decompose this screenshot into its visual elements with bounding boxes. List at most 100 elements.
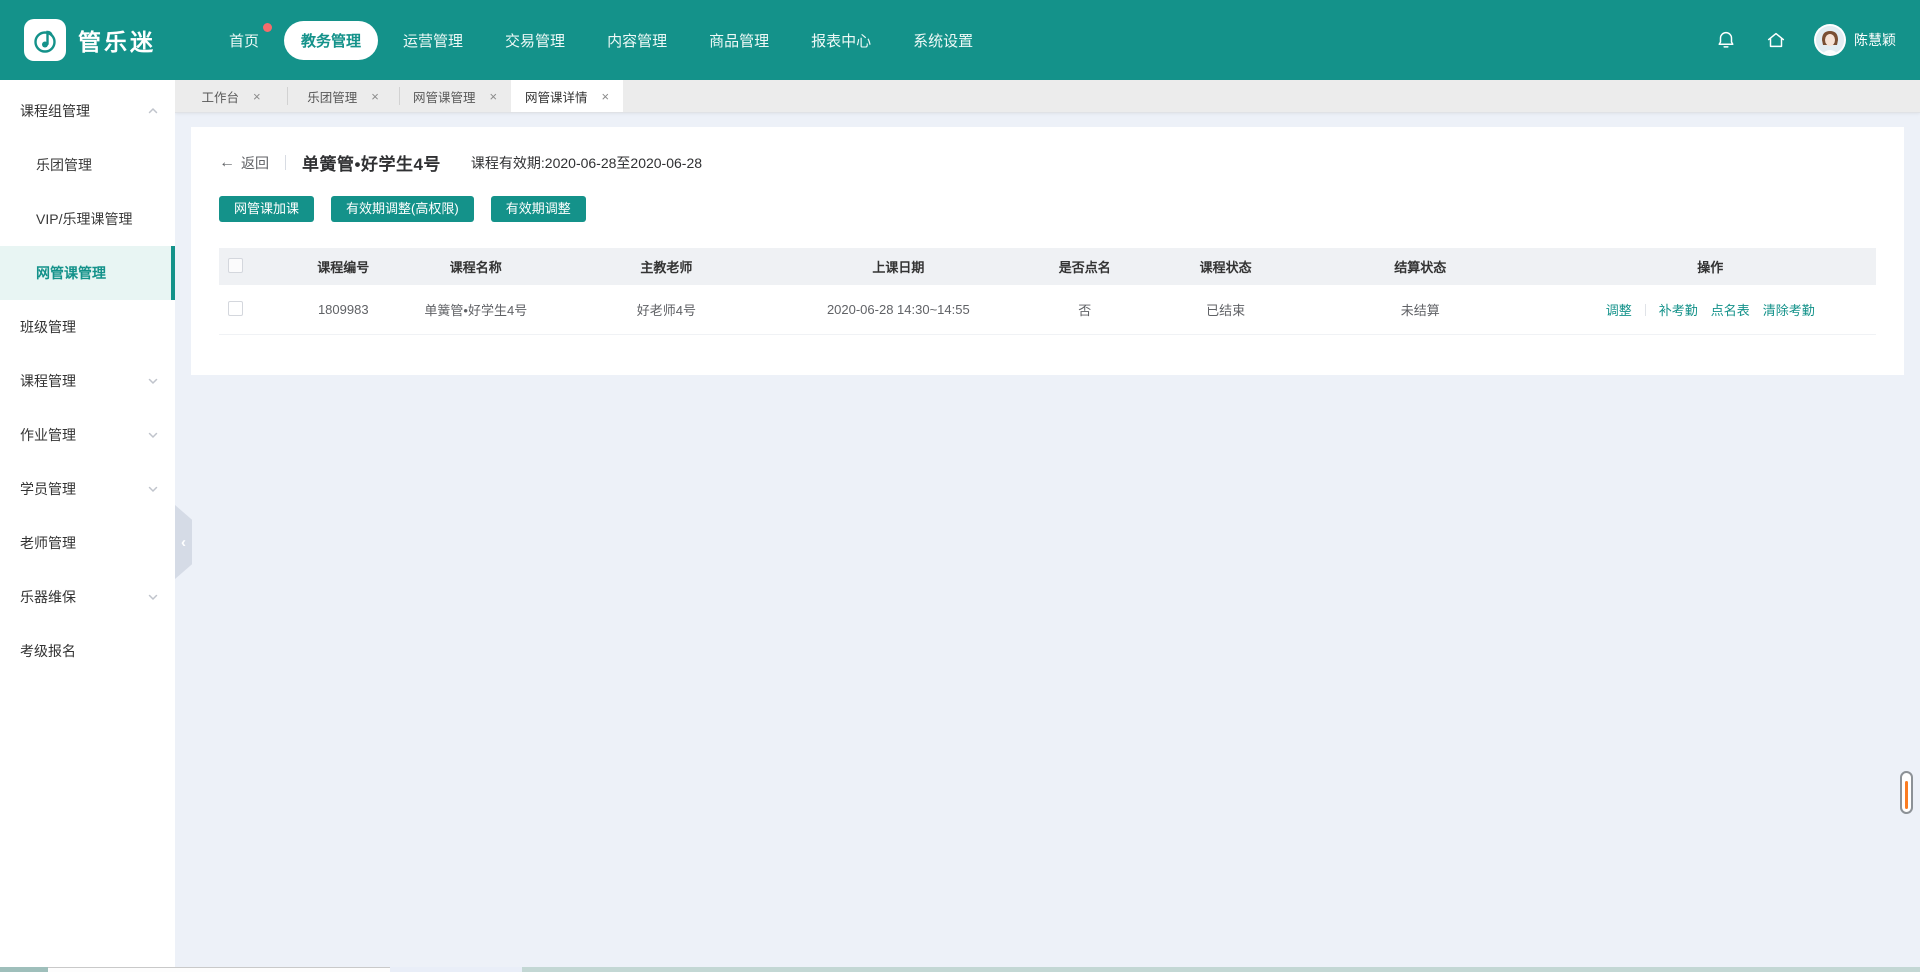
sidebar-item-label: 乐器维保 [20,587,76,607]
tab-online-course-detail[interactable]: 网管课详情 × [511,80,623,112]
sidebar-item-label: 班级管理 [20,317,76,337]
topbar-right: 陈慧颖 [1714,24,1896,56]
sidebar-item-label: 课程管理 [20,371,76,391]
scroll-indicator-fill [1905,781,1908,809]
sidebar-item-label: 网管课管理 [36,263,106,283]
sidebar-item-course-groups[interactable]: 课程组管理 [0,84,175,138]
col-header-operations: 操作 [1545,257,1876,276]
close-icon[interactable]: × [489,90,497,103]
nav-label: 内容管理 [607,33,667,50]
horizontal-scrollbar-thumb[interactable] [48,967,390,972]
sidebar-item-course-mgmt[interactable]: 课程管理 [0,354,175,408]
tab-label: 工作台 [201,87,239,106]
divider [1645,304,1646,316]
sidebar-item-vip-theory[interactable]: VIP/乐理课管理 [0,192,175,246]
nav-item-home[interactable]: 首页 [212,21,276,60]
cell-operations: 调整 补考勤 点名表 清除考勤 [1545,300,1876,319]
table-header-row: 课程编号 课程名称 主教老师 上课日期 是否点名 课程状态 结算状态 操作 [219,248,1876,285]
scrollbar-corner [0,967,48,972]
sidebar-item-class-mgmt[interactable]: 班级管理 [0,300,175,354]
tab-label: 网管课详情 [525,87,588,106]
nav-label: 系统设置 [913,33,973,50]
clear-attendance-link[interactable]: 清除考勤 [1763,300,1815,319]
cell-roll-call: 否 [1014,300,1155,319]
page-header: ← 返回 单簧管•好学生4号 课程有效期:2020-06-28至2020-06-… [219,150,1876,175]
cell-teacher: 好老师4号 [550,300,782,319]
nav-label: 报表中心 [811,33,871,50]
nav-label: 教务管理 [301,33,361,50]
notification-dot [263,23,272,32]
close-icon[interactable]: × [253,90,261,103]
sidebar-item-label: VIP/乐理课管理 [36,209,132,229]
cell-course-status: 已结束 [1155,300,1296,319]
nav-item-operations[interactable]: 运营管理 [386,21,480,60]
chevron-down-icon [147,429,159,441]
cell-date: 2020-06-28 14:30~14:55 [782,302,1014,317]
sidebar-item-band-mgmt[interactable]: 乐团管理 [0,138,175,192]
validity-adjust-privileged-button[interactable]: 有效期调整(高权限) [331,196,474,222]
back-button[interactable]: ← 返回 [219,153,269,173]
cell-course-name: 单簧管•好学生4号 [401,300,550,319]
sidebar-item-student-mgmt[interactable]: 学员管理 [0,462,175,516]
chevron-left-icon: ‹ [181,534,186,551]
adjust-link[interactable]: 调整 [1606,300,1632,319]
col-header-course-status: 课程状态 [1155,257,1296,276]
scrollbar-track [390,967,522,972]
nav-label: 商品管理 [709,33,769,50]
sidebar: 课程组管理 乐团管理 VIP/乐理课管理 网管课管理 班级管理 课程管理 作业管… [0,80,175,967]
select-all-checkbox[interactable] [228,258,243,273]
sidebar-item-exam-registration[interactable]: 考级报名 [0,624,175,678]
course-table: 课程编号 课程名称 主教老师 上课日期 是否点名 课程状态 结算状态 操作 18… [219,248,1876,335]
page-title: 单簧管•好学生4号 [302,150,441,175]
col-header-teacher: 主教老师 [550,257,782,276]
app-window: 管乐迷 首页 教务管理 运营管理 交易管理 内容管理 商品管理 报表中心 系统设… [0,0,1920,972]
nav-item-transactions[interactable]: 交易管理 [488,21,582,60]
nav-label: 交易管理 [505,33,565,50]
nav-item-content[interactable]: 内容管理 [590,21,684,60]
sidebar-item-online-course-mgmt[interactable]: 网管课管理 [0,246,175,300]
tab-online-course-mgmt[interactable]: 网管课管理 × [399,80,511,112]
sidebar-item-label: 考级报名 [20,641,76,661]
cell-settle-status: 未结算 [1296,300,1545,319]
close-icon[interactable]: × [371,90,379,103]
cell-course-id: 1809983 [285,302,401,317]
validity-adjust-button[interactable]: 有效期调整 [491,196,586,222]
nav-item-academic[interactable]: 教务管理 [284,21,378,60]
vertical-scroll-indicator[interactable] [1900,771,1913,814]
tab-band-mgmt[interactable]: 乐团管理 × [287,80,399,112]
makeup-attendance-link[interactable]: 补考勤 [1659,300,1698,319]
brand-logo[interactable]: 管乐迷 [24,19,156,61]
chevron-down-icon [147,375,159,387]
back-arrow-icon: ← [219,154,235,172]
bell-icon[interactable] [1714,28,1738,52]
tab-workbench[interactable]: 工作台 × [175,80,287,112]
sidebar-item-label: 课程组管理 [20,101,90,121]
back-label: 返回 [241,153,269,173]
horizontal-scrollbar [0,967,1920,972]
col-header-course-id: 课程编号 [285,257,401,276]
sidebar-item-label: 乐团管理 [36,155,92,175]
logo-icon [24,19,66,61]
col-header-date: 上课日期 [782,257,1014,276]
home-icon[interactable] [1764,28,1788,52]
nav-item-products[interactable]: 商品管理 [692,21,786,60]
user-menu[interactable]: 陈慧颖 [1814,24,1896,56]
sidebar-item-instrument-maintenance[interactable]: 乐器维保 [0,570,175,624]
sidebar-item-label: 作业管理 [20,425,76,445]
nav-item-reports[interactable]: 报表中心 [794,21,888,60]
chevron-down-icon [147,483,159,495]
chevron-up-icon [147,105,159,117]
scrollbar-track [522,967,1920,972]
row-checkbox[interactable] [228,301,243,316]
sidebar-item-teacher-mgmt[interactable]: 老师管理 [0,516,175,570]
chevron-down-icon [147,591,159,603]
sidebar-item-homework-mgmt[interactable]: 作业管理 [0,408,175,462]
roll-call-sheet-link[interactable]: 点名表 [1711,300,1750,319]
col-header-settle-status: 结算状态 [1296,257,1545,276]
close-icon[interactable]: × [601,90,609,103]
divider [285,155,286,170]
sidebar-item-label: 老师管理 [20,533,76,553]
nav-item-settings[interactable]: 系统设置 [896,21,990,60]
top-navbar: 管乐迷 首页 教务管理 运营管理 交易管理 内容管理 商品管理 报表中心 系统设… [0,0,1920,80]
add-online-course-button[interactable]: 网管课加课 [219,196,314,222]
